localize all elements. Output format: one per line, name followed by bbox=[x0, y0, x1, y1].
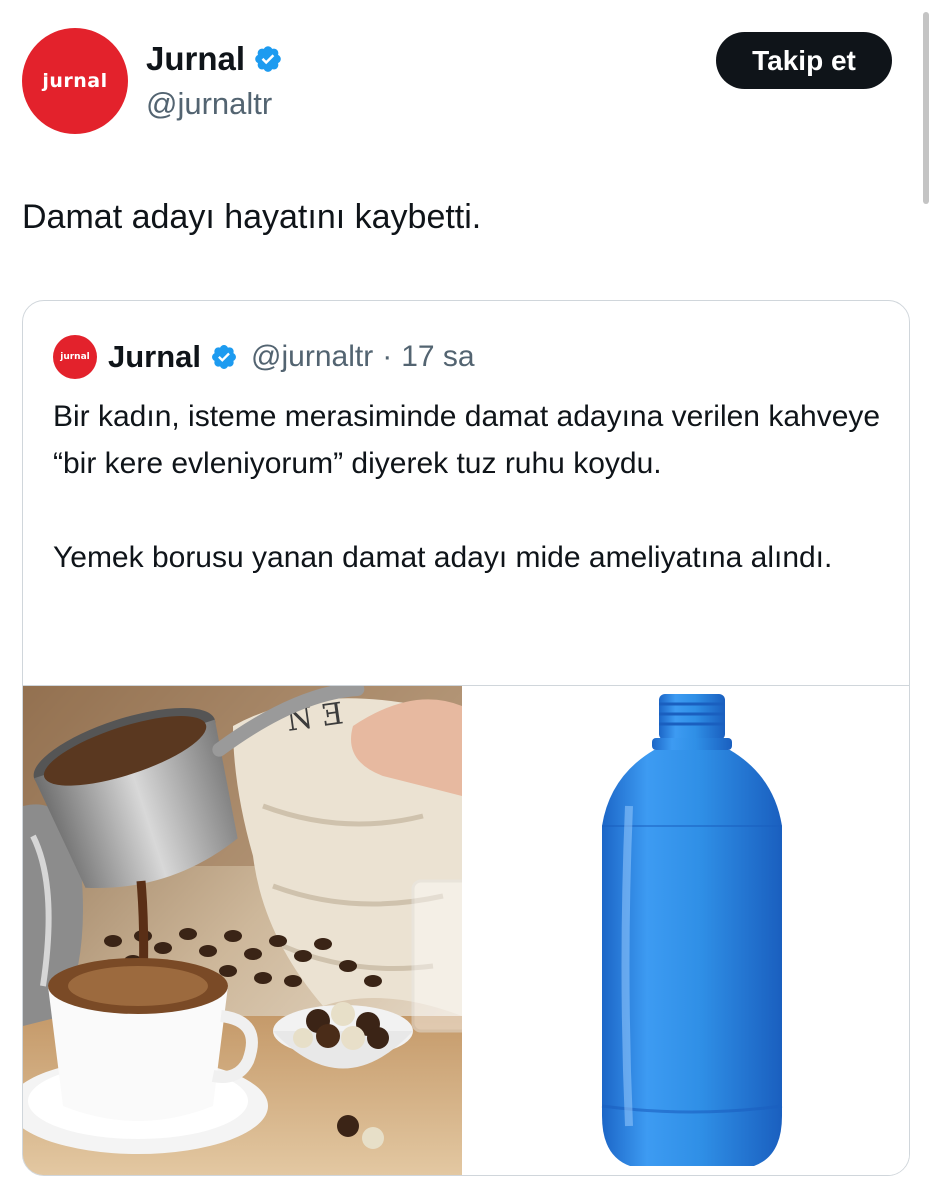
verified-badge-icon bbox=[255, 46, 281, 72]
quoted-avatar[interactable]: jurnal bbox=[53, 335, 97, 379]
blue-plastic-bottle-photo[interactable] bbox=[464, 686, 909, 1175]
tweet-header: jurnal Jurnal @jurnaltr Takip et bbox=[22, 28, 892, 138]
avatar[interactable]: jurnal bbox=[22, 28, 128, 134]
quoted-handle[interactable]: @jurnaltr bbox=[251, 340, 373, 374]
media-grid: N Ǝ bbox=[23, 685, 909, 1175]
quoted-tweet[interactable]: jurnal Jurnal @jurnaltr · 17 sa Bir kadı… bbox=[22, 300, 910, 1176]
quoted-timestamp[interactable]: 17 sa bbox=[401, 340, 474, 374]
handle[interactable]: @jurnaltr bbox=[146, 86, 272, 122]
quoted-display-name[interactable]: Jurnal bbox=[108, 339, 201, 375]
quoted-paragraph-2: Yemek borusu yanan damat adayı mide amel… bbox=[53, 541, 833, 574]
turkish-coffee-photo[interactable]: N Ǝ bbox=[23, 686, 462, 1175]
quoted-header: jurnal Jurnal @jurnaltr · 17 sa bbox=[53, 335, 475, 379]
coffee-scene-illustration: N Ǝ bbox=[23, 686, 462, 1175]
scrollbar[interactable] bbox=[923, 12, 929, 204]
display-name[interactable]: Jurnal bbox=[146, 40, 245, 78]
quoted-avatar-logo-text: jurnal bbox=[60, 352, 90, 362]
verified-badge-icon bbox=[212, 345, 236, 369]
quoted-body: Bir kadın, isteme merasiminde damat aday… bbox=[53, 393, 883, 581]
follow-button[interactable]: Takip et bbox=[716, 32, 892, 89]
avatar-logo-text: jurnal bbox=[42, 70, 108, 92]
name-row: Jurnal bbox=[146, 40, 283, 78]
tweet-text: Damat adayı hayatını kaybetti. bbox=[22, 198, 482, 236]
blue-bottle-illustration bbox=[464, 686, 909, 1175]
quoted-paragraph-1: Bir kadın, isteme merasiminde damat aday… bbox=[53, 400, 881, 480]
separator-dot: · bbox=[382, 340, 393, 373]
